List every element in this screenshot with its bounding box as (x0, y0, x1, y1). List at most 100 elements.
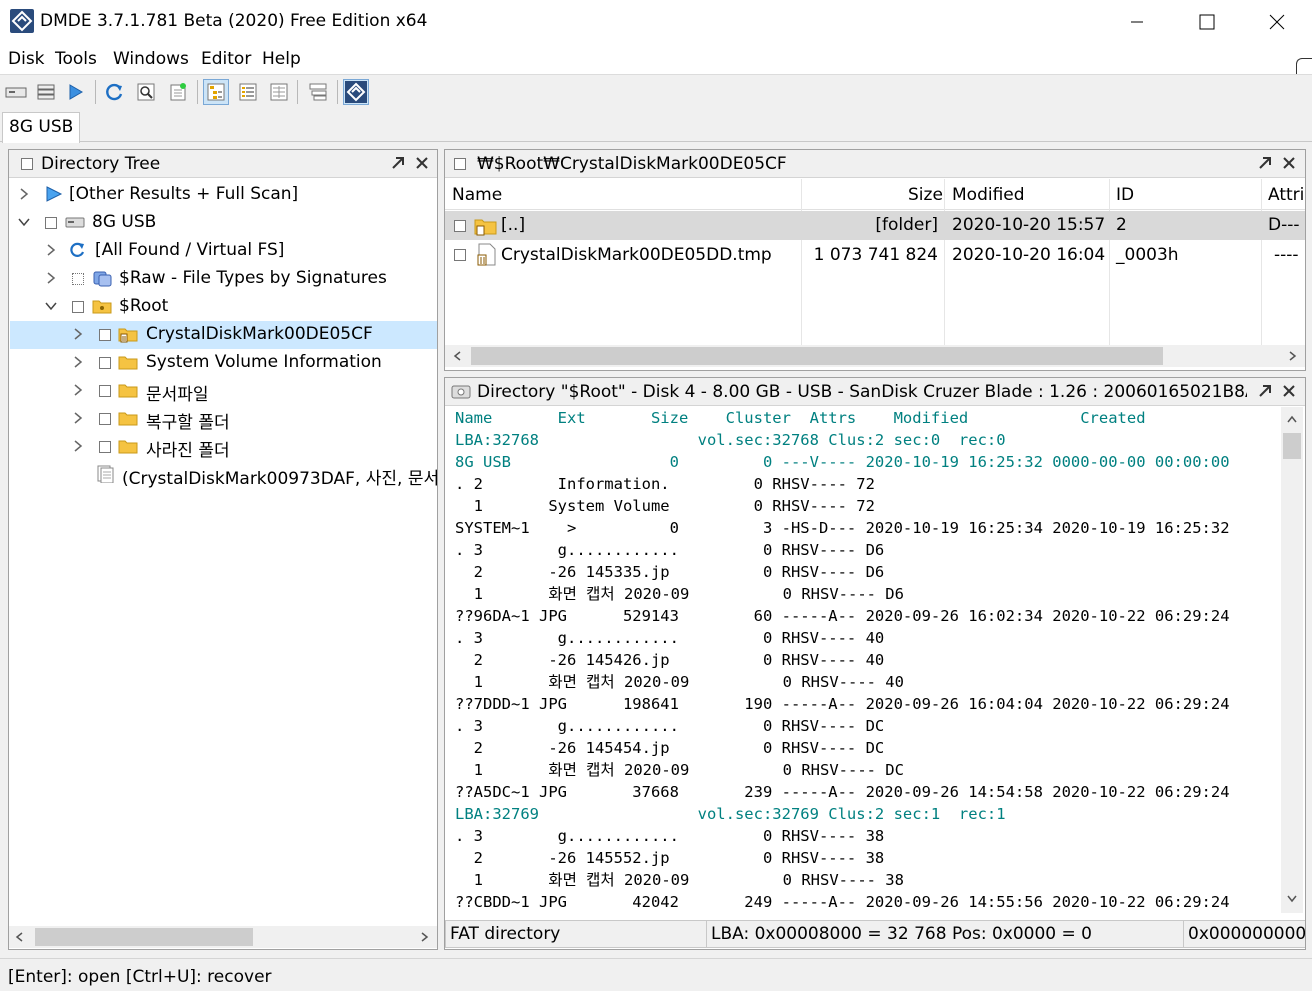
tree-item-more-results[interactable]: (CrystalDiskMark00973DAF, 사진, 문서, (10, 461, 437, 489)
disk-icon-button[interactable] (3, 79, 29, 105)
chevron-down-icon[interactable] (17, 215, 31, 229)
menu-help[interactable]: Help (262, 49, 301, 69)
tree-item-label: 사라진 폴더 (146, 441, 230, 461)
menu-disk[interactable]: Disk (8, 49, 45, 69)
chevron-right-icon[interactable] (17, 187, 31, 201)
folder-icon (92, 300, 112, 314)
file-row-parent[interactable]: [..] [folder] 2020-10-20 15:57 2 D--- (445, 211, 1305, 240)
tree-checkbox[interactable] (72, 273, 84, 285)
tree-item-raw[interactable]: $Raw - File Types by Signatures (10, 265, 437, 293)
dump-entry-line: . 3 g............ 0 RHSV---- 40 (455, 629, 885, 647)
column-size[interactable]: Size (908, 185, 943, 205)
tree-checkbox[interactable] (99, 357, 111, 369)
dump-entry-line: 2 -26 145552.jp 0 RHSV---- 38 (455, 849, 885, 867)
play-icon-button[interactable] (62, 79, 88, 105)
tree-checkbox[interactable] (45, 217, 57, 229)
tree-item-label: 복구할 폴더 (146, 413, 230, 433)
deleted-folder-icon (474, 219, 497, 236)
tab-8g-usb[interactable]: 8G USB (2, 112, 81, 143)
dump-vertical-scrollbar[interactable] (1281, 407, 1303, 913)
chevron-right-icon[interactable] (44, 243, 58, 257)
chevron-right-icon[interactable] (44, 271, 58, 285)
tab-bar: 8G USB (0, 108, 1312, 143)
undock-icon[interactable] (1256, 382, 1274, 400)
tree-item-label: 문서파일 (146, 385, 209, 405)
row-checkbox[interactable] (454, 249, 466, 261)
column-header-row: Name Size Modified ID Attril (445, 179, 1305, 210)
chevron-right-icon[interactable] (71, 355, 85, 369)
refresh-icon-button[interactable] (102, 79, 128, 105)
menu-tools[interactable]: Tools (55, 49, 97, 69)
file-attributes: ---- (1274, 245, 1299, 265)
tree-item-documents[interactable]: 문서파일 (10, 377, 437, 405)
tree-view-icon-button[interactable] (203, 79, 229, 105)
dump-entry-line: 1 화면 캡처 2020-09 0 RHSV---- D6 (455, 585, 904, 603)
chevron-right-icon[interactable] (71, 411, 85, 425)
directory-dump-title: Directory "$Root" - Disk 4 - 8.00 GB - U… (477, 382, 1247, 402)
tree-item-missing-folder[interactable]: 사라진 폴더 (10, 433, 437, 461)
scroll-right-icon[interactable] (1287, 351, 1297, 361)
scroll-right-icon[interactable] (419, 932, 429, 942)
scroll-left-icon[interactable] (15, 932, 25, 942)
panel-checkbox[interactable] (21, 158, 33, 170)
directory-dump-viewport[interactable]: Name Ext Size Cluster Attrs Modified Cre… (445, 407, 1277, 911)
column-attributes[interactable]: Attril (1268, 185, 1305, 205)
minimize-button[interactable] (1102, 0, 1172, 44)
close-panel-icon[interactable] (1280, 154, 1298, 172)
file-list-horizontal-scrollbar[interactable] (445, 345, 1305, 367)
close-panel-icon[interactable] (413, 154, 431, 172)
tree-item-root[interactable]: $Root (10, 293, 437, 321)
maximize-button[interactable] (1172, 0, 1242, 44)
dump-entry-line: SYSTEM~1 > 0 3 -HS-D--- 2020-10-19 16:25… (455, 519, 1230, 537)
directory-dump-header: Directory "$Root" - Disk 4 - 8.00 GB - U… (445, 378, 1305, 406)
menu-editor[interactable]: Editor (201, 49, 251, 69)
tree-checkbox[interactable] (72, 301, 84, 313)
column-id[interactable]: ID (1116, 185, 1134, 205)
scroll-down-icon[interactable] (1287, 893, 1297, 903)
panels-icon-button[interactable] (305, 79, 331, 105)
tree-checkbox[interactable] (99, 329, 111, 341)
chevron-down-icon[interactable] (44, 299, 58, 313)
dmde-logo-icon-button[interactable] (343, 79, 369, 105)
scroll-up-icon[interactable] (1287, 415, 1297, 425)
folder-icon (118, 412, 138, 426)
chevron-right-icon[interactable] (71, 439, 85, 453)
scrollbar-thumb[interactable] (471, 347, 1163, 365)
undock-icon[interactable] (389, 154, 407, 172)
chevron-right-icon[interactable] (71, 327, 85, 341)
dump-entry-line: 1 화면 캡처 2020-09 0 RHSV---- 40 (455, 673, 904, 691)
play-icon (46, 186, 63, 202)
panel-checkbox[interactable] (454, 158, 466, 170)
tree-item-8g-usb[interactable]: 8G USB (10, 209, 437, 237)
close-panel-icon[interactable] (1280, 382, 1298, 400)
close-button[interactable] (1242, 0, 1312, 44)
undock-icon[interactable] (1256, 154, 1274, 172)
chevron-right-icon[interactable] (71, 383, 85, 397)
tree-item-crystaldiskmark[interactable]: CrystalDiskMark00DE05CF (10, 321, 437, 349)
tree-item-label: $Root (119, 296, 169, 316)
new-file-icon-button[interactable] (165, 79, 191, 105)
column-name[interactable]: Name (452, 185, 502, 205)
menu-bar: Disk Tools Windows Editor Help (0, 44, 1312, 74)
scrollbar-thumb[interactable] (35, 928, 253, 946)
tree-item-other-results[interactable]: [Other Results + Full Scan] (10, 181, 437, 209)
details-view-icon-button[interactable] (266, 79, 292, 105)
tree-item-system-volume[interactable]: System Volume Information (10, 349, 437, 377)
file-row-tmp[interactable]: CrystalDiskMark00DE05DD.tmp 1 073 741 82… (445, 241, 1305, 270)
search-icon-button[interactable] (133, 79, 159, 105)
file-id: _0003h (1116, 245, 1179, 265)
tree-checkbox[interactable] (99, 385, 111, 397)
scrollbar-thumb[interactable] (1283, 433, 1301, 459)
tree-item-recover-folder[interactable]: 복구할 폴더 (10, 405, 437, 433)
menu-windows[interactable]: Windows (113, 49, 189, 69)
partitions-icon-button[interactable] (33, 79, 59, 105)
row-checkbox[interactable] (454, 220, 466, 232)
tree-horizontal-scrollbar[interactable] (9, 926, 437, 948)
scroll-left-icon[interactable] (453, 351, 463, 361)
tree-item-all-found[interactable]: [All Found / Virtual FS] (10, 237, 437, 265)
folder-icon (118, 384, 138, 398)
tree-checkbox[interactable] (99, 413, 111, 425)
tree-checkbox[interactable] (99, 441, 111, 453)
list-view-icon-button[interactable] (235, 79, 261, 105)
column-modified[interactable]: Modified (952, 185, 1025, 205)
